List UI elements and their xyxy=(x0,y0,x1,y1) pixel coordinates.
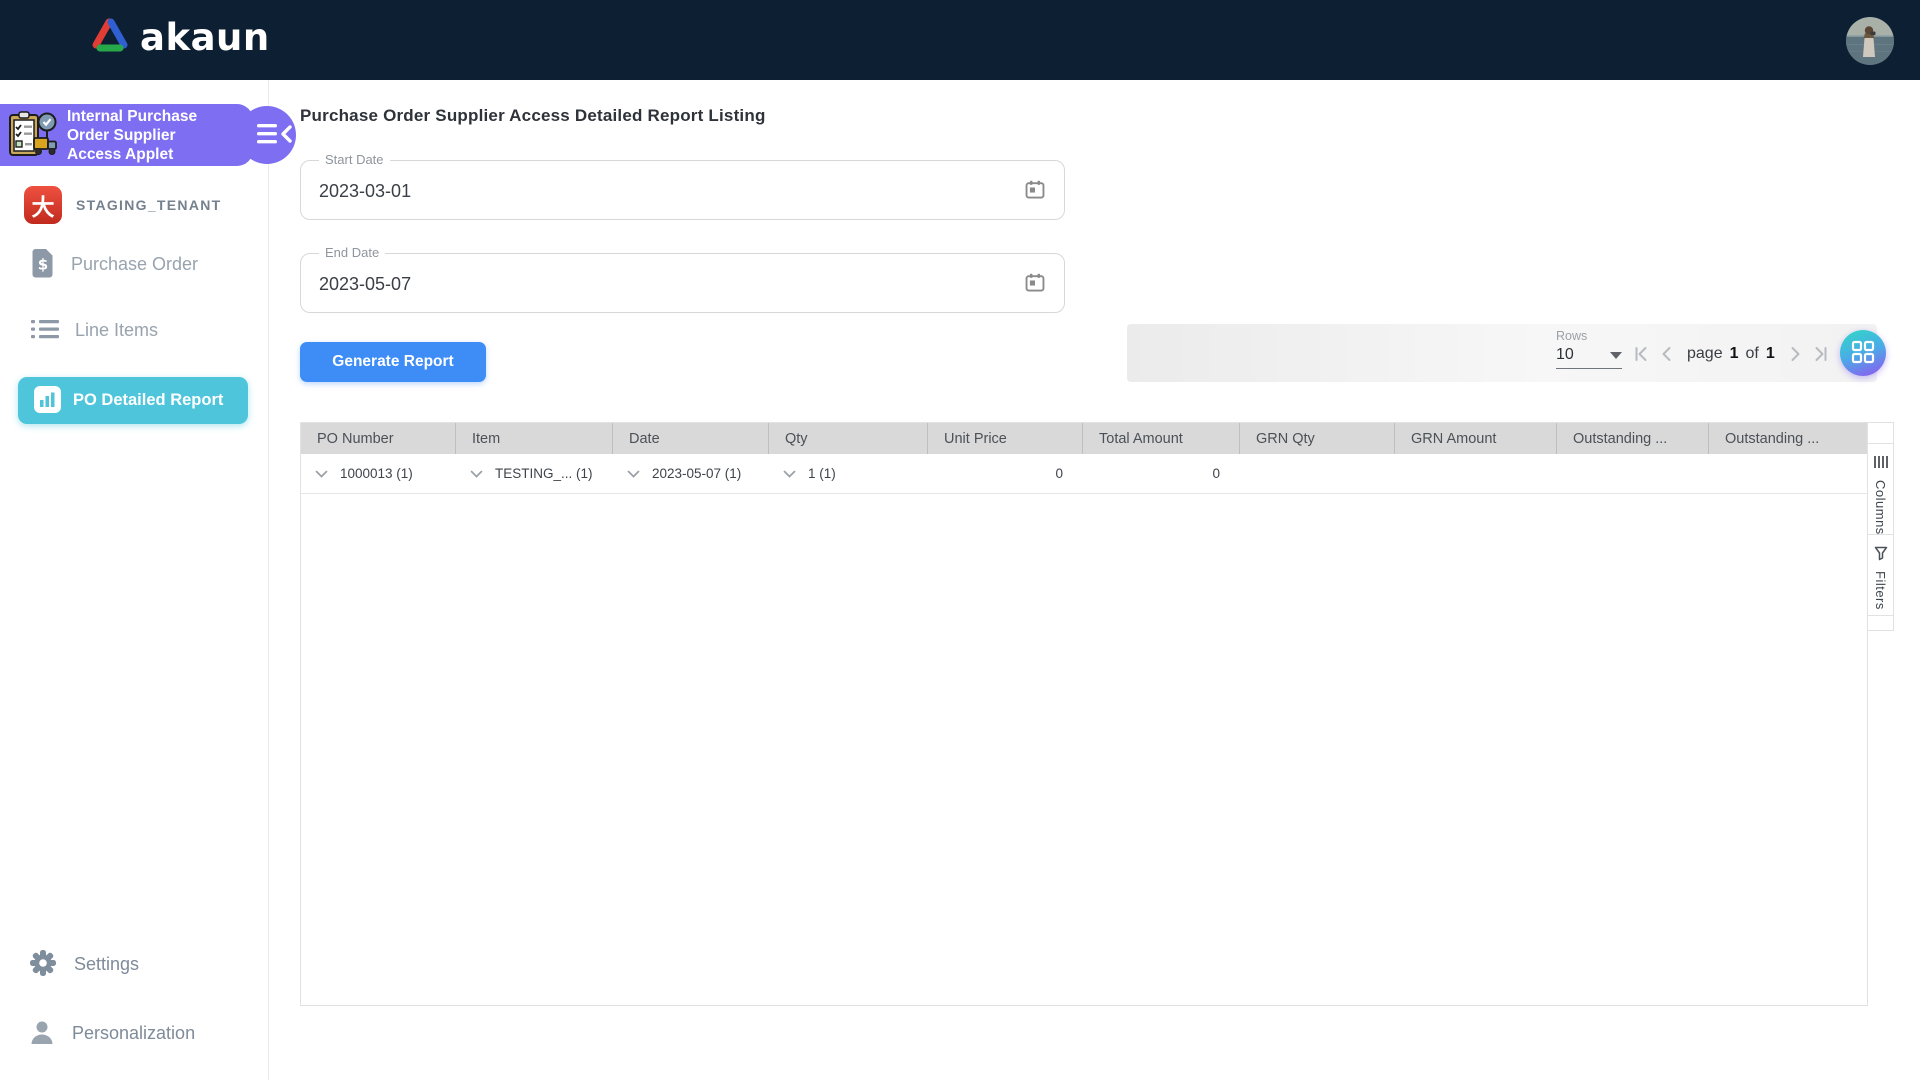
generate-report-button[interactable]: Generate Report xyxy=(300,342,486,382)
first-page-button[interactable] xyxy=(1630,343,1652,365)
report-table: PO Number Item Date Qty Unit Price Total… xyxy=(300,422,1868,1006)
page-word: page xyxy=(1687,345,1723,362)
page-indicator: page 1 of 1 xyxy=(1687,345,1775,363)
of-word: of xyxy=(1745,345,1759,362)
sidebar-item-label: Purchase Order xyxy=(71,254,199,274)
cell-outstanding-2 xyxy=(1709,454,1865,493)
sidebar-item-label: Line Items xyxy=(75,320,159,340)
sidebar-collapse-button[interactable] xyxy=(238,106,296,164)
sidebar-item-label: PO Detailed Report xyxy=(73,391,224,409)
cell-outstanding-1 xyxy=(1557,454,1709,493)
document-dollar-icon: $ xyxy=(31,248,55,281)
chevron-down-icon[interactable] xyxy=(470,466,483,481)
rows-select[interactable]: 10 xyxy=(1556,346,1622,369)
collapse-menu-icon xyxy=(257,122,293,149)
gear-icon xyxy=(28,948,58,981)
cell-value: 1000013 (1) xyxy=(340,466,413,481)
rows-value: 10 xyxy=(1556,346,1574,363)
end-date-field: End Date xyxy=(300,245,1065,314)
akaun-triangle-icon xyxy=(90,17,130,58)
rows-per-page: Rows 10 xyxy=(1556,329,1622,369)
chevron-down-icon[interactable] xyxy=(783,466,796,481)
column-header-qty[interactable]: Qty xyxy=(769,423,928,454)
bar-chart-icon xyxy=(34,385,61,416)
column-header-po-number[interactable]: PO Number xyxy=(301,423,456,454)
grid-icon xyxy=(1851,340,1875,367)
sidebar-item-purchase-order[interactable]: $ Purchase Order xyxy=(31,248,198,281)
table-side-panel: Columns Filters xyxy=(1868,422,1894,631)
cell-date: 2023-05-07 (1) xyxy=(613,454,769,493)
filters-tab-label: Filters xyxy=(1873,571,1888,610)
cell-item: TESTING_... (1) xyxy=(456,454,613,493)
previous-page-button[interactable] xyxy=(1656,343,1678,365)
sidebar-item-label: STAGING_TENANT xyxy=(76,197,222,213)
filters-panel-tab[interactable]: Filters xyxy=(1868,535,1893,616)
cell-grn-amount xyxy=(1395,454,1557,493)
column-header-grn-qty[interactable]: GRN Qty xyxy=(1240,423,1395,454)
next-page-button[interactable] xyxy=(1784,343,1806,365)
column-header-item[interactable]: Item xyxy=(456,423,613,454)
table-header-row: PO Number Item Date Qty Unit Price Total… xyxy=(301,423,1867,454)
sidebar-item-staging-tenant[interactable]: 大 STAGING_TENANT xyxy=(24,186,222,224)
sidebar: Internal Purchase Order Supplier Access … xyxy=(0,80,296,1080)
user-avatar[interactable] xyxy=(1846,17,1894,65)
start-date-input[interactable] xyxy=(317,161,961,221)
column-header-unit-price[interactable]: Unit Price xyxy=(928,423,1083,454)
table-row[interactable]: 1000013 (1) TESTING_... (1) 2023-05-07 (… xyxy=(301,454,1867,494)
column-header-grn-amount[interactable]: GRN Amount xyxy=(1395,423,1557,454)
calendar-icon[interactable] xyxy=(1018,266,1052,300)
cell-value: 1 (1) xyxy=(808,466,836,481)
columns-tab-label: Columns xyxy=(1873,480,1888,535)
cell-total-amount: 0 xyxy=(1212,466,1220,481)
end-date-input[interactable] xyxy=(317,254,961,314)
sidebar-item-settings[interactable]: Settings xyxy=(28,948,139,981)
topbar: akaun xyxy=(0,0,1920,80)
column-header-total-amount[interactable]: Total Amount xyxy=(1083,423,1240,454)
cell-qty: 1 (1) xyxy=(769,454,928,493)
page-title: Purchase Order Supplier Access Detailed … xyxy=(300,106,766,125)
brand-logo: akaun xyxy=(90,16,270,59)
last-page-button[interactable] xyxy=(1810,343,1832,365)
sidebar-item-po-detailed-report[interactable]: PO Detailed Report xyxy=(18,377,248,424)
cell-unit-price: 0 xyxy=(1055,466,1063,481)
cell-value: 2023-05-07 (1) xyxy=(652,466,742,481)
cell-grn-qty xyxy=(1240,454,1395,493)
rows-label: Rows xyxy=(1556,329,1588,343)
cell-value: TESTING_... (1) xyxy=(495,466,593,481)
chevron-down-icon[interactable] xyxy=(315,466,328,481)
brand-name: akaun xyxy=(140,16,270,59)
list-icon xyxy=(31,318,59,343)
cell-po-number: 1000013 (1) xyxy=(301,454,456,493)
applet-title: Internal Purchase Order Supplier Access … xyxy=(67,107,198,163)
total-pages: 1 xyxy=(1765,345,1775,362)
sidebar-item-label: Personalization xyxy=(72,1023,196,1043)
columns-icon xyxy=(1873,454,1889,473)
column-header-date[interactable]: Date xyxy=(613,423,769,454)
current-page: 1 xyxy=(1729,345,1739,362)
pagination: page 1 of 1 xyxy=(1630,340,1832,368)
sidebar-item-personalization[interactable]: Personalization xyxy=(28,1018,195,1049)
applet-clipboard-truck-icon xyxy=(7,109,59,161)
column-header-outstanding-1[interactable]: Outstanding ... xyxy=(1557,423,1709,454)
filter-funnel-icon xyxy=(1873,545,1889,564)
caret-down-icon xyxy=(1610,351,1622,359)
column-header-outstanding-2[interactable]: Outstanding ... xyxy=(1709,423,1865,454)
start-date-field: Start Date xyxy=(300,152,1065,221)
grid-view-button[interactable] xyxy=(1840,330,1886,376)
tenant-icon: 大 xyxy=(24,186,62,224)
columns-panel-tab[interactable]: Columns xyxy=(1868,443,1893,535)
sidebar-item-label: Settings xyxy=(74,954,140,974)
calendar-icon[interactable] xyxy=(1018,173,1052,207)
chevron-down-icon[interactable] xyxy=(627,466,640,481)
applet-header: Internal Purchase Order Supplier Access … xyxy=(0,104,253,166)
person-icon xyxy=(28,1018,56,1049)
svg-text:$: $ xyxy=(38,256,48,274)
sidebar-item-line-items[interactable]: Line Items xyxy=(31,318,158,343)
